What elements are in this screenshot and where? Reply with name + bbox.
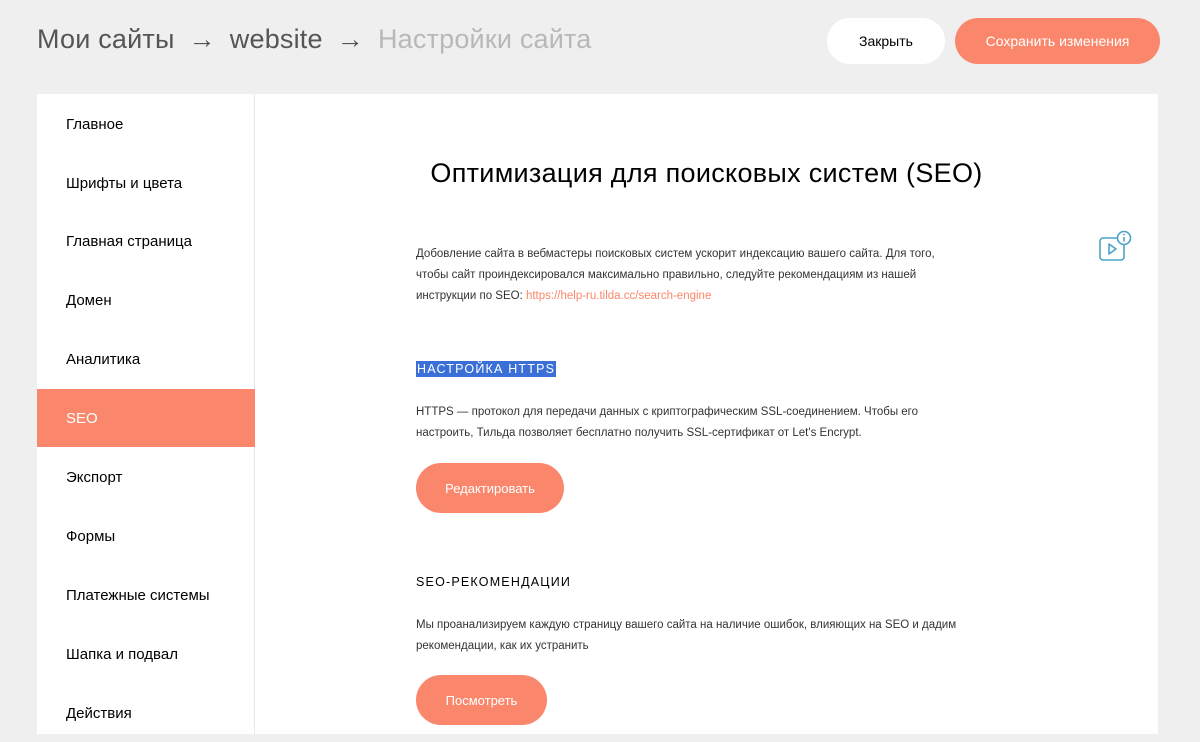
sidebar-item-header-footer[interactable]: Шапка и подвал (37, 625, 255, 683)
breadcrumb: Мои сайты → website → Настройки сайта (37, 24, 592, 55)
seo-intro-text: Добовление сайта в вебмастеры поисковых … (416, 244, 1016, 307)
settings-panel: Главное Шрифты и цвета Главная страница … (37, 94, 1158, 734)
sidebar-item-label: Формы (66, 527, 116, 545)
seo-intro-line: инструкции по SEO: https://help-ru.tilda… (416, 286, 1016, 307)
sidebar-item-label: Домен (66, 291, 112, 309)
sidebar-item-label: Главная страница (66, 232, 192, 250)
seo-recommendations-heading: SEO-РЕКОМЕНДАЦИИ (416, 575, 572, 589)
breadcrumb-arrow-icon: → (188, 24, 216, 54)
close-button[interactable]: Закрыть (827, 18, 945, 64)
sidebar-item-actions[interactable]: Действия (37, 684, 255, 742)
sidebar-item-label: Шрифты и цвета (66, 174, 183, 192)
save-changes-button[interactable]: Сохранить изменения (955, 18, 1160, 64)
sidebar-item-fonts-colors[interactable]: Шрифты и цвета (37, 154, 255, 212)
sidebar-item-label: Аналитика (66, 350, 141, 368)
page-title: Оптимизация для поисковых систем (SEO) (430, 158, 983, 188)
https-section-heading: НАСТРОЙКА HTTPS (416, 361, 557, 377)
sidebar-item-label: SEO (66, 409, 98, 427)
edit-https-button[interactable]: Редактировать (416, 463, 564, 513)
sidebar-item-label: Действия (66, 704, 132, 722)
settings-sidebar: Главное Шрифты и цвета Главная страница … (37, 94, 255, 734)
sidebar-item-label: Платежные системы (66, 586, 210, 604)
breadcrumb-website[interactable]: website (230, 24, 323, 54)
sidebar-item-label: Экспорт (66, 468, 123, 486)
breadcrumb-site-settings: Настройки сайта (377, 24, 592, 54)
seo-recommendations-line: рекомендации, как их устранить (416, 640, 589, 652)
https-heading-text: НАСТРОЙКА HTTPS (416, 361, 557, 377)
seo-intro-line: чтобы сайт проиндексировался максимально… (416, 269, 917, 281)
sidebar-item-main[interactable]: Главное (37, 95, 255, 153)
https-description-line: настроить, Тильда позволяет бесплатно по… (416, 427, 862, 439)
video-info-icon[interactable] (1098, 230, 1132, 264)
seo-content: Оптимизация для поисковых систем (SEO) Д… (255, 94, 1158, 734)
sidebar-item-payment-systems[interactable]: Платежные системы (37, 566, 255, 624)
seo-intro-prefix: инструкции по SEO: (416, 290, 526, 302)
seo-guide-link[interactable]: https://help-ru.tilda.cc/search-engine (526, 290, 711, 302)
breadcrumb-arrow-icon: → (336, 24, 364, 54)
sidebar-item-label: Главное (66, 115, 124, 133)
view-recommendations-button[interactable]: Посмотреть (416, 675, 547, 725)
sidebar-item-export[interactable]: Экспорт (37, 448, 255, 506)
sidebar-item-domain[interactable]: Домен (37, 271, 255, 329)
sidebar-item-seo[interactable]: SEO (37, 389, 255, 447)
sidebar-item-analytics[interactable]: Аналитика (37, 330, 255, 388)
sidebar-item-forms[interactable]: Формы (37, 507, 255, 565)
breadcrumb-my-sites[interactable]: Мои сайты (37, 24, 175, 54)
top-bar: Мои сайты → website → Настройки сайта Закрыт… (0, 0, 1200, 94)
sidebar-item-home-page[interactable]: Главная страница (37, 212, 255, 270)
seo-recommendations-line: Мы проанализируем каждую страницу вашего… (416, 619, 957, 631)
sidebar-item-label: Шапка и подвал (66, 645, 178, 663)
seo-recommendations-description: Мы проанализируем каждую страницу вашего… (416, 615, 1016, 657)
https-description-line: HTTPS — протокол для передачи данных с к… (416, 406, 919, 418)
https-description: HTTPS — протокол для передачи данных с к… (416, 402, 1016, 444)
seo-intro-line: Добовление сайта в вебмастеры поисковых … (416, 248, 935, 260)
